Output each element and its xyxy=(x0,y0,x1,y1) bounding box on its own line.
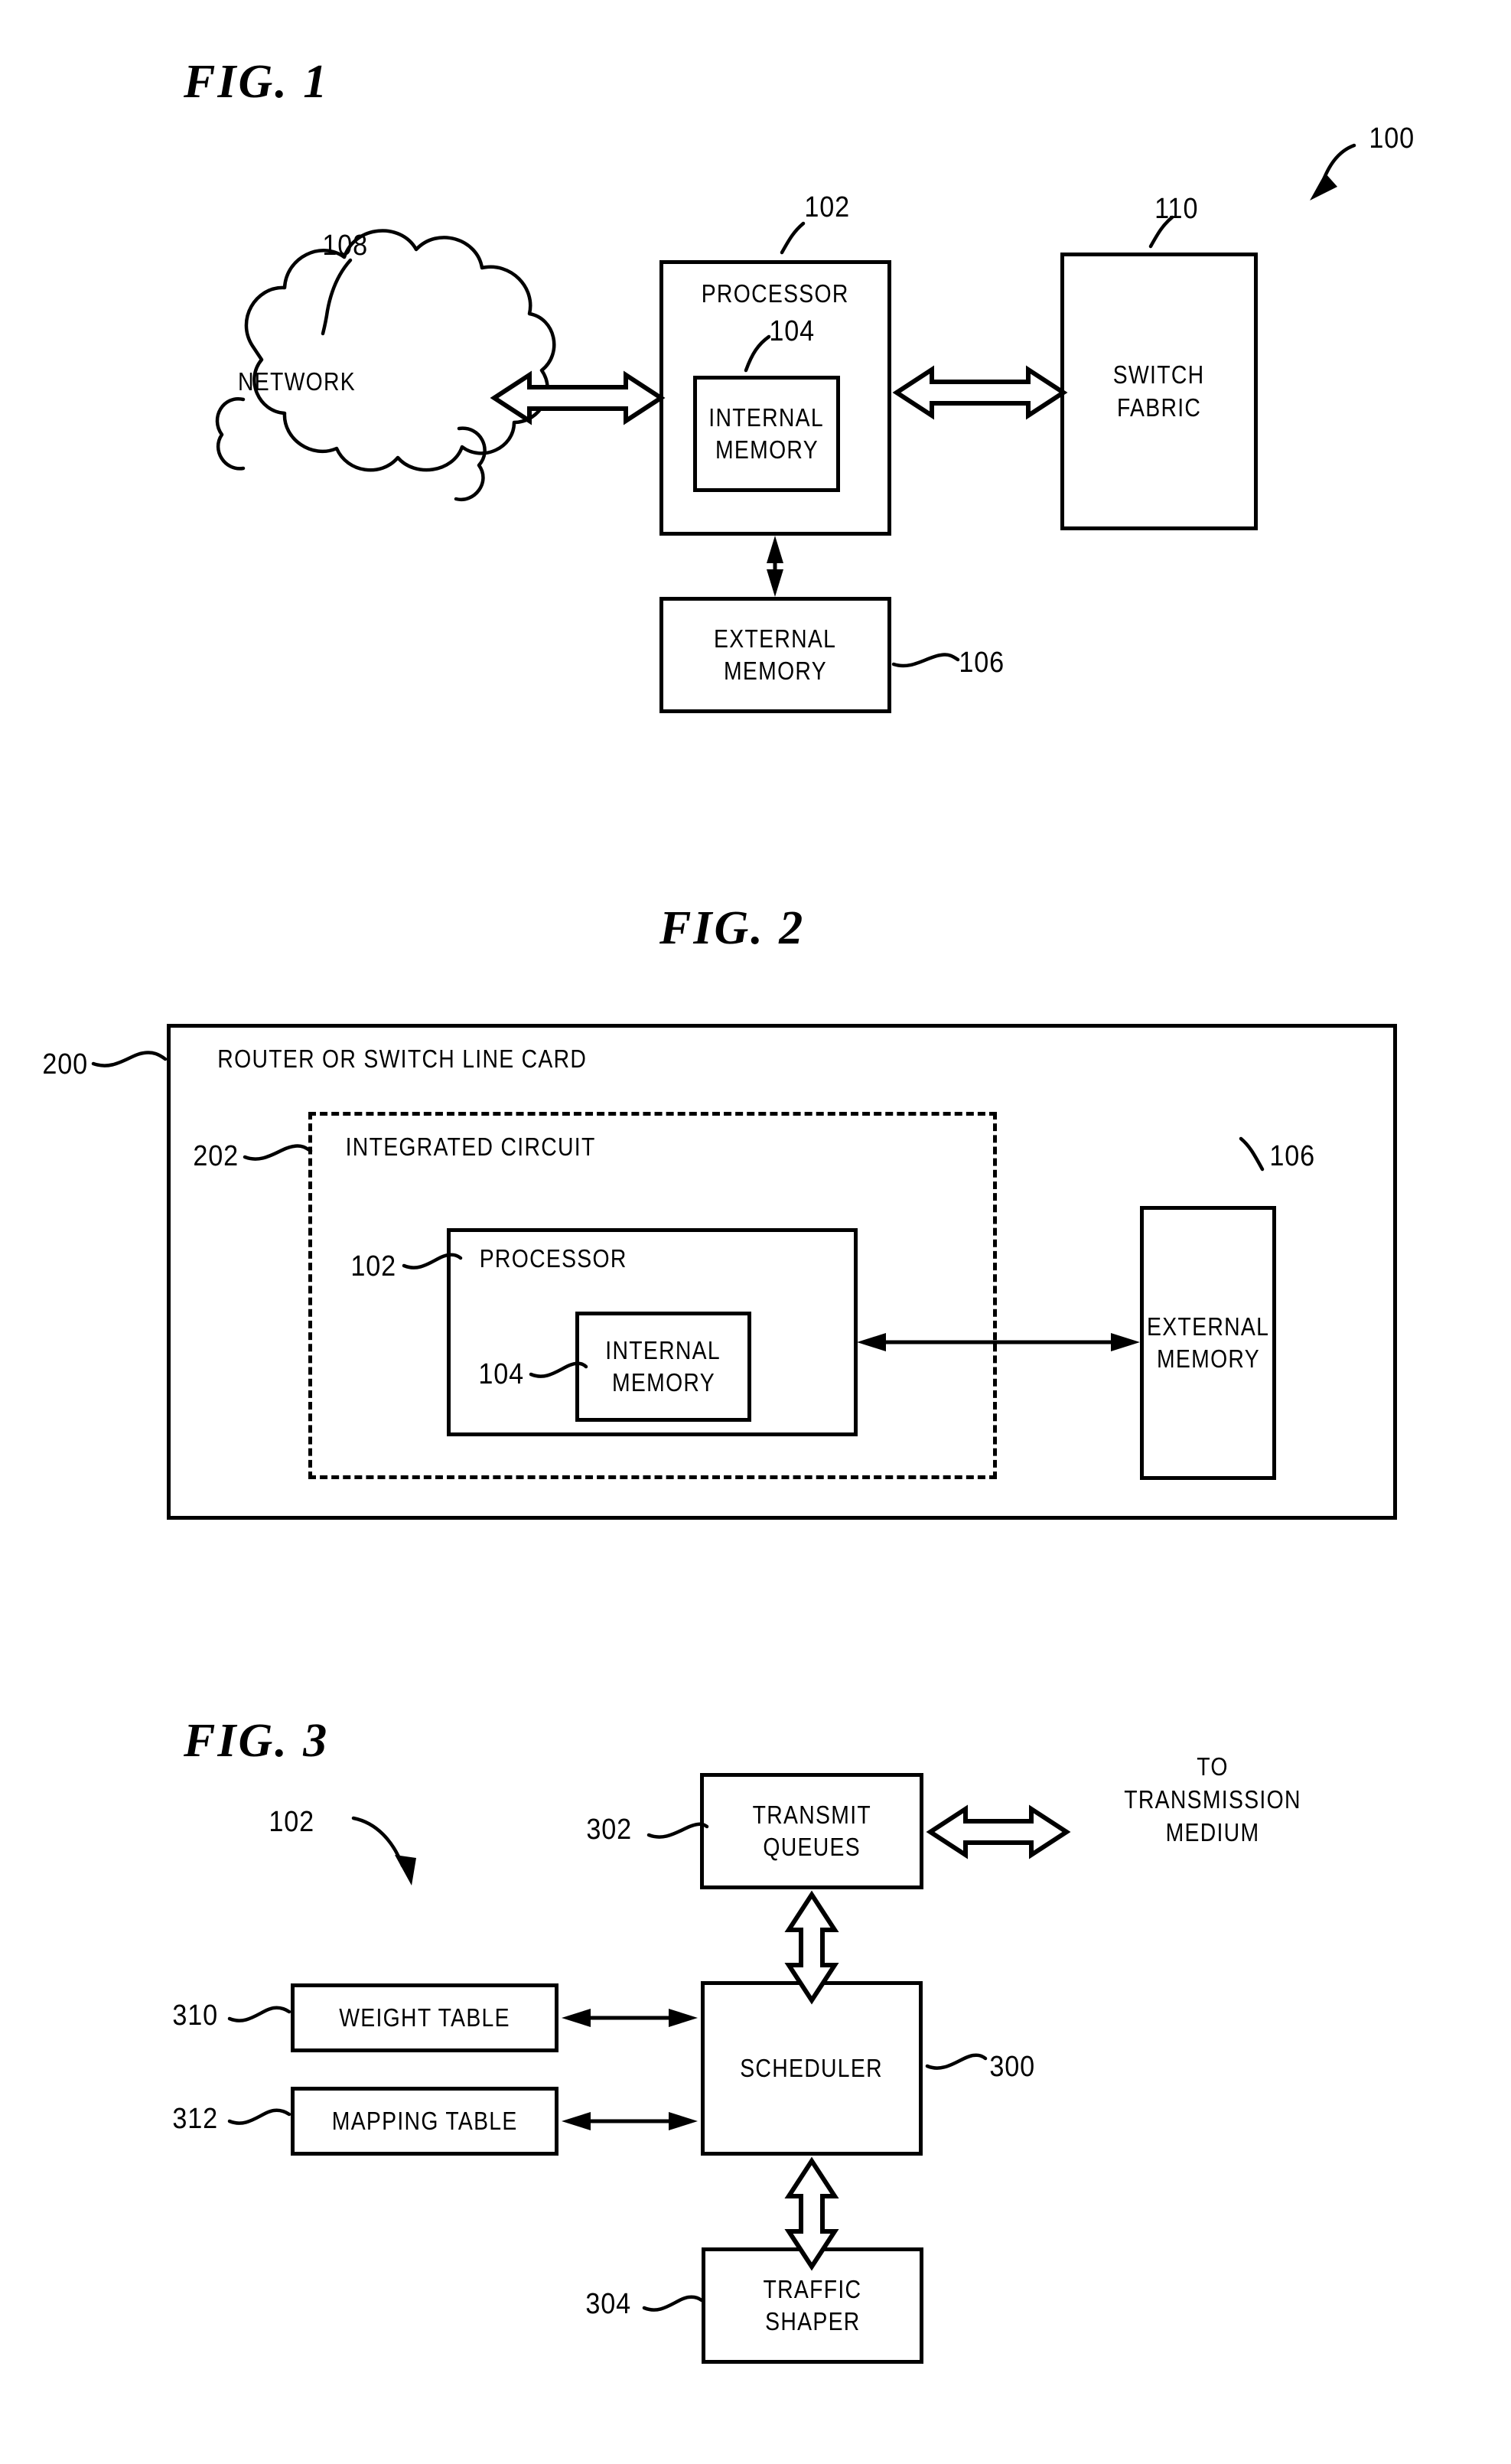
ref-104-fig2: 104 xyxy=(478,1358,525,1390)
ref-104-fig1: 104 xyxy=(769,315,816,347)
fig2-line-card-label: ROUTER OR SWITCH LINE CARD xyxy=(217,1045,588,1073)
caption-line-1: TO xyxy=(1197,1752,1229,1781)
fig3-traffic-shaper-label-1: TRAFFIC xyxy=(763,2274,862,2303)
fig3-transmit-queues-box: TRANSMIT QUEUES xyxy=(700,1773,923,1889)
fig1-switch-fabric-label-1: SWITCH xyxy=(1113,360,1205,389)
ref-106-fig2: 106 xyxy=(1269,1140,1316,1172)
fig2-internal-memory-label-2: MEMORY xyxy=(611,1368,715,1397)
fig3-traffic-shaper-label-2: SHAPER xyxy=(764,2307,861,2335)
arrow-transmitqueues-medium xyxy=(926,1804,1071,1859)
arrow-network-processor xyxy=(490,370,666,425)
ref-102-fig2: 102 xyxy=(350,1250,397,1283)
arrow-processor-switchfabric xyxy=(892,365,1068,420)
fig1-external-memory-label-2: MEMORY xyxy=(724,657,827,685)
fig3-scheduler-box: SCHEDULER xyxy=(701,1981,923,2156)
ref-102-fig1: 102 xyxy=(804,191,851,223)
ref-102-fig3: 102 xyxy=(269,1806,315,1838)
ref-108: 108 xyxy=(322,230,369,262)
caption-line-2: TRANSMISSION xyxy=(1124,1784,1301,1814)
ref-100: 100 xyxy=(1369,122,1415,155)
fig2-external-memory-label-2: MEMORY xyxy=(1156,1344,1260,1373)
fig1-external-memory-box: EXTERNAL MEMORY xyxy=(659,597,891,713)
figure-1-title: FIG. 1 xyxy=(184,56,330,108)
fig3-transmission-medium-caption: TO TRANSMISSION MEDIUM xyxy=(1104,1751,1321,1850)
fig2-internal-memory-label-1: INTERNAL xyxy=(605,1335,721,1364)
fig3-transmit-queues-label-1: TRANSMIT xyxy=(752,1800,871,1829)
caption-line-3: MEDIUM xyxy=(1165,1817,1260,1846)
ref-106-fig1: 106 xyxy=(959,647,1005,679)
ref-110: 110 xyxy=(1154,193,1199,225)
arrow-processor-externalmemory xyxy=(767,536,783,597)
patent-drawing-sheet: FIG. 1 100 108 NETWORK PROCESSOR 102 INT… xyxy=(0,0,1511,2464)
fig2-external-memory-box: EXTERNAL MEMORY xyxy=(1140,1206,1276,1480)
fig3-transmit-queues-label-2: QUEUES xyxy=(763,1833,861,1861)
fig3-mapping-table-label: MAPPING TABLE xyxy=(331,2106,518,2135)
fig2-integrated-circuit-label: INTEGRATED CIRCUIT xyxy=(345,1133,596,1161)
fig2-internal-memory-box: INTERNAL MEMORY xyxy=(575,1312,751,1422)
ref-300: 300 xyxy=(989,2051,1036,2083)
fig3-weight-table-label: WEIGHT TABLE xyxy=(339,2003,510,2032)
figure-3-title: FIG. 3 xyxy=(184,1715,330,1767)
ref-200: 200 xyxy=(42,1048,89,1080)
fig1-external-memory-label-1: EXTERNAL xyxy=(714,624,837,653)
fig2-processor-label: PROCESSOR xyxy=(479,1244,627,1273)
fig1-switch-fabric-box: SWITCH FABRIC xyxy=(1060,253,1258,530)
fig1-internal-memory-label-2: MEMORY xyxy=(715,435,819,464)
fig2-external-memory-label-1: EXTERNAL xyxy=(1146,1312,1270,1341)
fig1-internal-memory-box: INTERNAL MEMORY xyxy=(693,376,840,492)
arrow-weighttable-scheduler xyxy=(562,2009,698,2027)
arrow-mappingtable-scheduler xyxy=(562,2112,698,2130)
fig1-system-leader-arrow xyxy=(1310,143,1356,200)
fig3-mapping-table-box: MAPPING TABLE xyxy=(291,2087,558,2156)
fig1-processor-label: PROCESSOR xyxy=(702,279,849,308)
fig1-internal-memory-label-1: INTERNAL xyxy=(708,403,825,432)
fig3-scheduler-label: SCHEDULER xyxy=(740,2053,884,2082)
fig3-weight-table-box: WEIGHT TABLE xyxy=(291,1983,558,2052)
fig3-system-leader-arrow xyxy=(351,1816,416,1885)
fig1-switch-fabric-label-2: FABRIC xyxy=(1116,393,1202,422)
ref-312: 312 xyxy=(172,2103,219,2135)
ref-202: 202 xyxy=(193,1140,239,1172)
network-label: NETWORK xyxy=(237,367,357,396)
fig3-traffic-shaper-box: TRAFFIC SHAPER xyxy=(702,2247,923,2364)
figure-2-title: FIG. 2 xyxy=(659,902,806,954)
ref-310: 310 xyxy=(172,2000,219,2032)
ref-302: 302 xyxy=(586,1814,633,1846)
ref-304: 304 xyxy=(585,2288,632,2320)
